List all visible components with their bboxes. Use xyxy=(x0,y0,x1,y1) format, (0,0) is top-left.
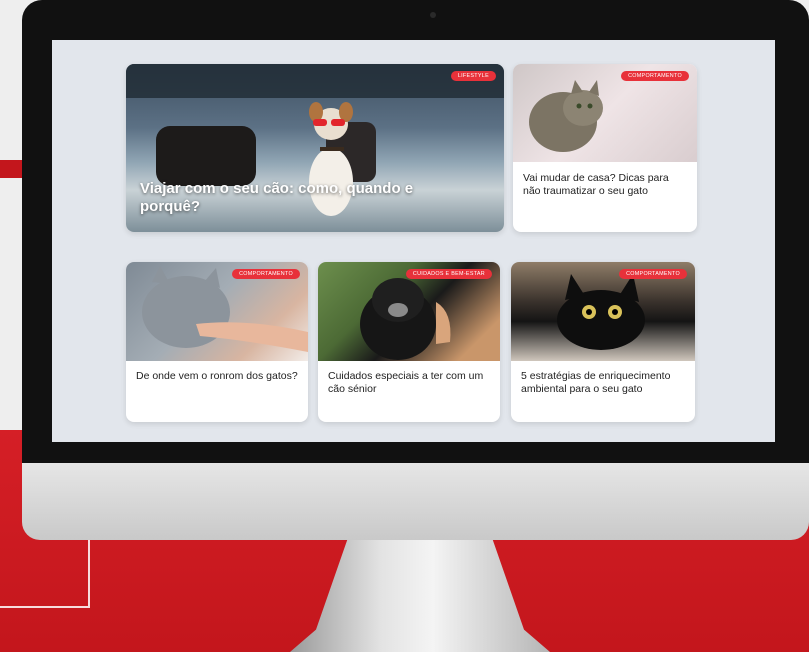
card-title: De onde vem o ronrom dos gatos? xyxy=(136,370,298,382)
article-card-purring[interactable]: Comportamento De onde vem o ronrom dos g… xyxy=(126,262,308,422)
camera-icon xyxy=(430,12,436,18)
article-card-senior-dog[interactable]: Cuidados e bem-estar Cuidados especiais … xyxy=(318,262,500,422)
category-badge: Lifestyle xyxy=(450,71,496,81)
article-card-travel-dog[interactable]: Lifestyle Viajar com o seu cão: como, qu… xyxy=(126,64,504,232)
monitor-chin xyxy=(22,463,809,540)
article-card-moving-cat[interactable]: Comportamento Vai mudar de casa? Dicas p… xyxy=(513,64,697,232)
monitor: Lifestyle Viajar com o seu cão: como, qu… xyxy=(22,0,809,652)
category-badge: Cuidados e bem-estar xyxy=(405,269,492,279)
category-badge: Comportamento xyxy=(619,269,687,279)
decorative-outline xyxy=(0,540,90,608)
card-title: Vai mudar de casa? Dicas para não trauma… xyxy=(523,172,669,197)
card-title: Cuidados especiais a ter com um cão séni… xyxy=(328,370,484,395)
card-title: Viajar com o seu cão: como, quando e por… xyxy=(140,180,414,215)
category-badge: Comportamento xyxy=(621,71,689,81)
red-accent-bar xyxy=(0,160,24,178)
article-grid-screen: Lifestyle Viajar com o seu cão: como, qu… xyxy=(52,40,775,442)
card-title: 5 estratégias de enriquecimento ambienta… xyxy=(521,370,671,395)
category-badge: Comportamento xyxy=(232,269,300,279)
article-card-enrichment[interactable]: Comportamento 5 estratégias de enriqueci… xyxy=(511,262,695,422)
